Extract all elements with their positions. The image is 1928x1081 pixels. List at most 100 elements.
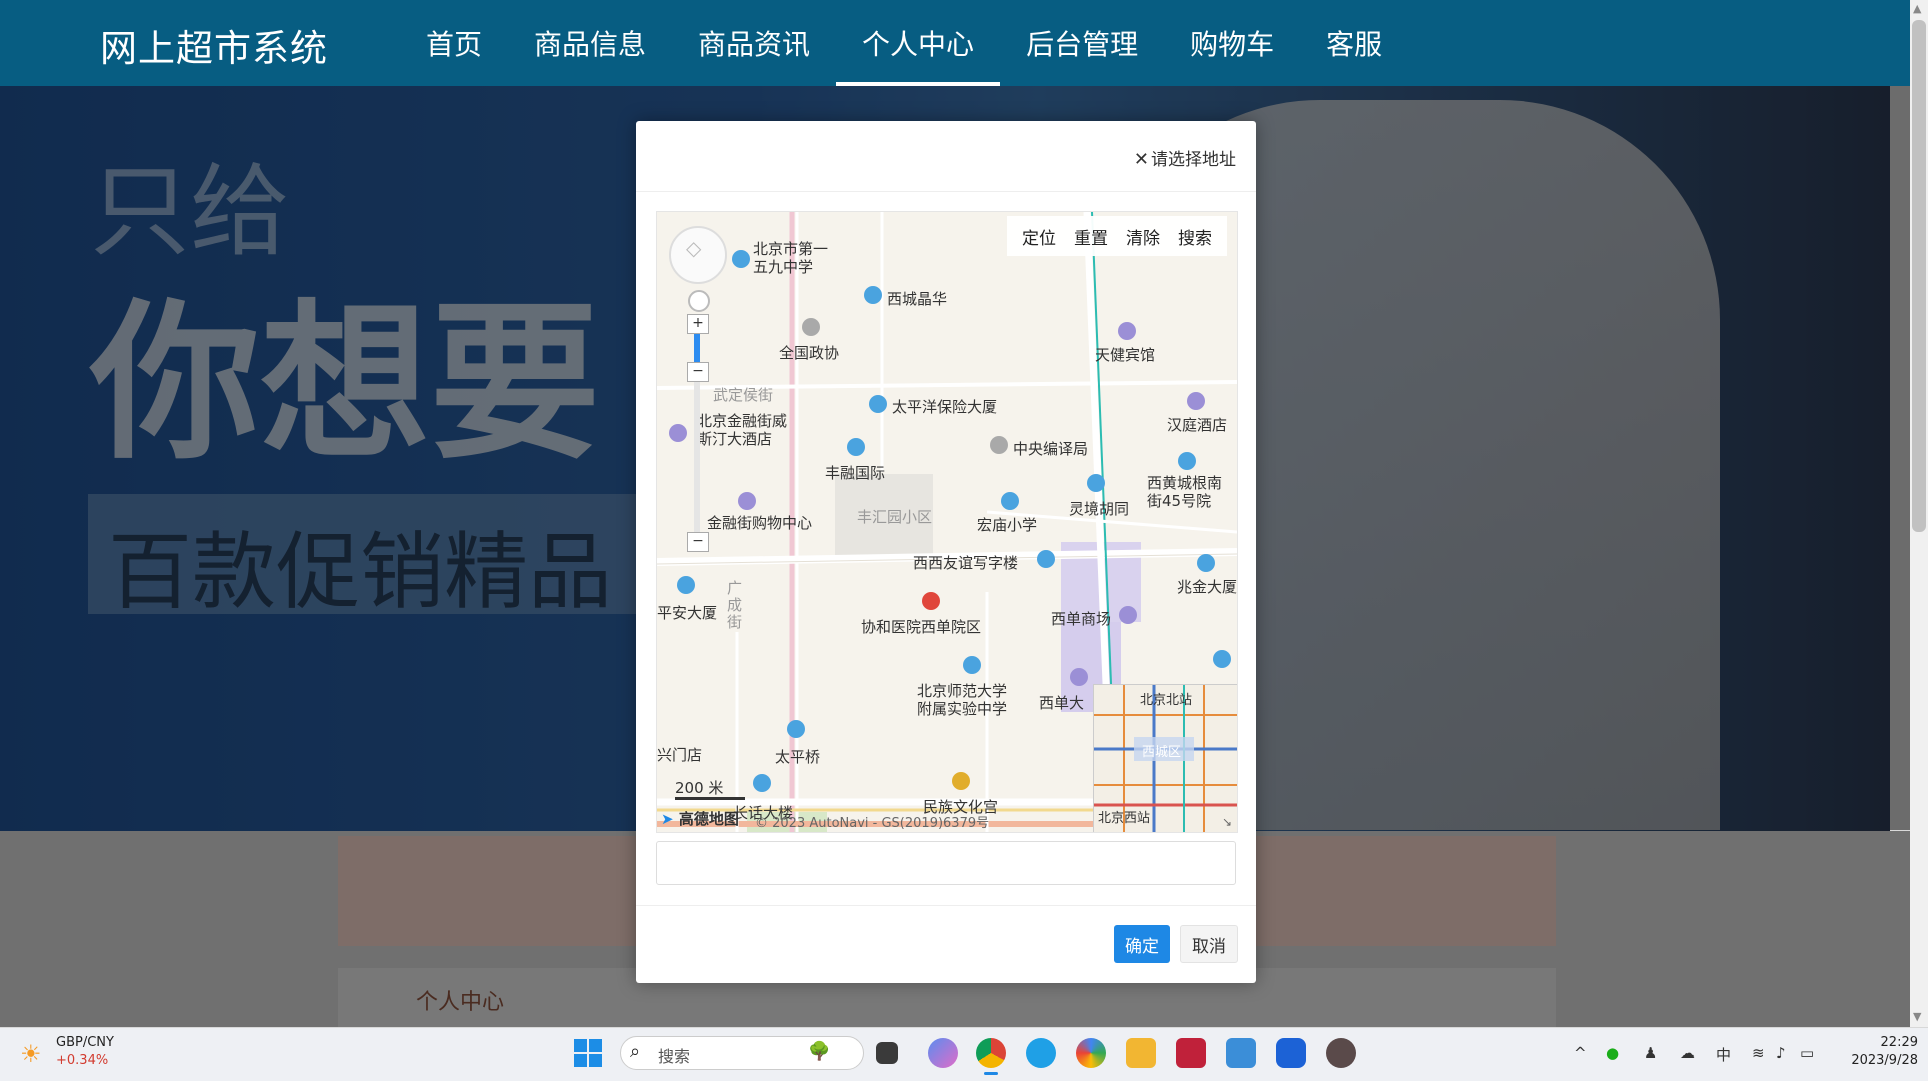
scroll-down-icon[interactable]: ▼: [1913, 1010, 1921, 1023]
building-icon[interactable]: [1178, 452, 1196, 470]
map-view[interactable]: 北京市第一五九中学 西城晶华 全国政协 天健宾馆 武定侯街 太平洋保险大厦 汉庭…: [656, 211, 1238, 833]
overview-minimap[interactable]: 北京北站 西城区 北京西站 ↘: [1093, 684, 1237, 832]
notepad-icon[interactable]: [1226, 1038, 1256, 1068]
nav-customer-service[interactable]: 客服: [1300, 0, 1408, 86]
map-label: 北京师范大学附属实验中学: [917, 682, 1008, 718]
school-icon[interactable]: [1213, 650, 1231, 668]
locate-button[interactable]: 定位: [1013, 224, 1065, 249]
building-icon[interactable]: [1037, 550, 1055, 568]
shopping-icon[interactable]: [1070, 668, 1088, 686]
shopping-icon[interactable]: [1119, 606, 1137, 624]
building-icon[interactable]: [753, 774, 771, 792]
chrome-icon[interactable]: [976, 1038, 1006, 1068]
confirm-button[interactable]: 确定: [1114, 925, 1170, 963]
avatar-app-icon[interactable]: [1326, 1038, 1356, 1068]
jetbrains-icon[interactable]: [1176, 1038, 1206, 1068]
map-label: 太平洋保险大厦: [892, 398, 998, 416]
weather-ticker-icon[interactable]: ☀: [20, 1040, 42, 1068]
map-label: 兴门店: [657, 746, 703, 764]
chrome-dev-icon[interactable]: [1076, 1038, 1106, 1068]
building-icon[interactable]: [847, 438, 865, 456]
main-nav: 首页 商品信息 商品资讯 个人中心 后台管理 购物车 客服: [400, 0, 1408, 86]
location-dot-icon[interactable]: [688, 290, 710, 312]
windows-start-icon[interactable]: [574, 1039, 602, 1067]
nav-home[interactable]: 首页: [400, 0, 508, 86]
volume-icon[interactable]: ♪: [1776, 1044, 1786, 1062]
address-input[interactable]: [656, 841, 1236, 885]
scrollbar-thumb[interactable]: [1912, 20, 1926, 532]
wifi-icon[interactable]: ≋: [1752, 1044, 1765, 1062]
map-label: 全国政协: [779, 344, 840, 362]
metro-icon[interactable]: [787, 720, 805, 738]
metro-icon[interactable]: [1087, 474, 1105, 492]
battery-icon[interactable]: ▭: [1800, 1044, 1814, 1062]
input-method-icon[interactable]: 中: [1716, 1044, 1731, 1065]
zoom-slider-handle[interactable]: −: [687, 362, 709, 382]
clock-date: 2023/9/28: [1851, 1053, 1918, 1068]
nav-personal-center[interactable]: 个人中心: [836, 0, 1001, 86]
copilot-icon[interactable]: [928, 1038, 958, 1068]
qq-icon[interactable]: ♟: [1644, 1044, 1657, 1062]
nav-admin[interactable]: 后台管理: [1000, 0, 1164, 86]
landmark-icon[interactable]: [802, 318, 820, 336]
show-hidden-icons-icon[interactable]: ^: [1574, 1044, 1587, 1062]
address-picker-dialog: ✕ 请选择地址 北京市第一五九中学 西城晶华 全国政协 天健宾馆 武定侯街 太平…: [636, 121, 1256, 983]
resize-icon[interactable]: ↘: [1222, 815, 1232, 829]
ticker-name[interactable]: GBP/CNY: [56, 1035, 114, 1050]
map-label: 平安大厦: [657, 604, 718, 622]
map-label: 中央编译局: [1013, 440, 1089, 458]
school-icon[interactable]: [1001, 492, 1019, 510]
ticker-change: +0.34%: [56, 1053, 109, 1068]
top-navbar: 网上超市系统 首页 商品信息 商品资讯 个人中心 后台管理 购物车 客服: [0, 0, 1910, 86]
file-explorer-icon[interactable]: [1126, 1038, 1156, 1068]
map-label: 西西友谊写字楼: [913, 554, 1019, 572]
close-icon[interactable]: ✕: [1134, 149, 1149, 170]
building-icon[interactable]: [869, 395, 887, 413]
scroll-up-icon[interactable]: ▲: [1913, 2, 1921, 15]
dialog-title-text: 请选择地址: [1151, 150, 1236, 170]
shopping-icon[interactable]: [738, 492, 756, 510]
map-label: 北京市第一五九中学: [753, 240, 829, 276]
map-label: 广成街: [727, 579, 743, 631]
pan-arrows-icon[interactable]: ◇: [686, 236, 701, 260]
map-label: 西黄城根南街45号院: [1147, 474, 1223, 510]
search-highlight-icon: 🌳: [808, 1041, 831, 1062]
minimap-district-label: 西城区: [1142, 745, 1182, 760]
building-icon[interactable]: [864, 286, 882, 304]
dialog-header: ✕ 请选择地址: [636, 121, 1256, 192]
hotel-icon[interactable]: [1118, 322, 1136, 340]
task-view-icon[interactable]: [876, 1042, 898, 1064]
reset-button[interactable]: 重置: [1065, 224, 1117, 249]
search-button[interactable]: 搜索: [1169, 224, 1221, 249]
map-label: 丰融国际: [825, 464, 886, 482]
wechat-icon[interactable]: ●: [1606, 1044, 1619, 1062]
school-icon[interactable]: [963, 656, 981, 674]
hospital-icon[interactable]: [922, 592, 940, 610]
landmark-icon[interactable]: [990, 436, 1008, 454]
clear-button[interactable]: 清除: [1117, 224, 1169, 249]
map-label: 兆金大厦: [1177, 578, 1238, 596]
dialog-title[interactable]: ✕ 请选择地址: [1134, 145, 1236, 170]
map-label: 西城晶华: [887, 290, 948, 308]
nav-product-info[interactable]: 商品信息: [508, 0, 672, 86]
museum-icon[interactable]: [952, 772, 970, 790]
zoom-in-button[interactable]: +: [687, 314, 709, 334]
app-icon[interactable]: [1276, 1038, 1306, 1068]
taskbar-search-placeholder[interactable]: 搜索: [658, 1043, 690, 1067]
onedrive-icon[interactable]: ☁: [1680, 1044, 1695, 1062]
nav-cart[interactable]: 购物车: [1164, 0, 1300, 86]
map-label: 灵境胡同: [1069, 500, 1130, 518]
system-clock[interactable]: 22:29 2023/9/28: [1838, 1034, 1918, 1070]
map-label: 汉庭酒店: [1167, 416, 1228, 434]
building-icon[interactable]: [1197, 554, 1215, 572]
minimap-label: 北京北站: [1140, 693, 1193, 708]
map-label: 太平桥: [775, 748, 821, 766]
hotel-icon[interactable]: [1187, 392, 1205, 410]
edge-icon[interactable]: [1026, 1038, 1056, 1068]
nav-product-news[interactable]: 商品资讯: [672, 0, 836, 86]
zoom-out-button[interactable]: −: [687, 532, 709, 552]
site-logo[interactable]: 网上超市系统: [100, 18, 328, 72]
cancel-button[interactable]: 取消: [1180, 925, 1238, 963]
building-icon[interactable]: [677, 576, 695, 594]
school-icon[interactable]: [732, 250, 750, 268]
